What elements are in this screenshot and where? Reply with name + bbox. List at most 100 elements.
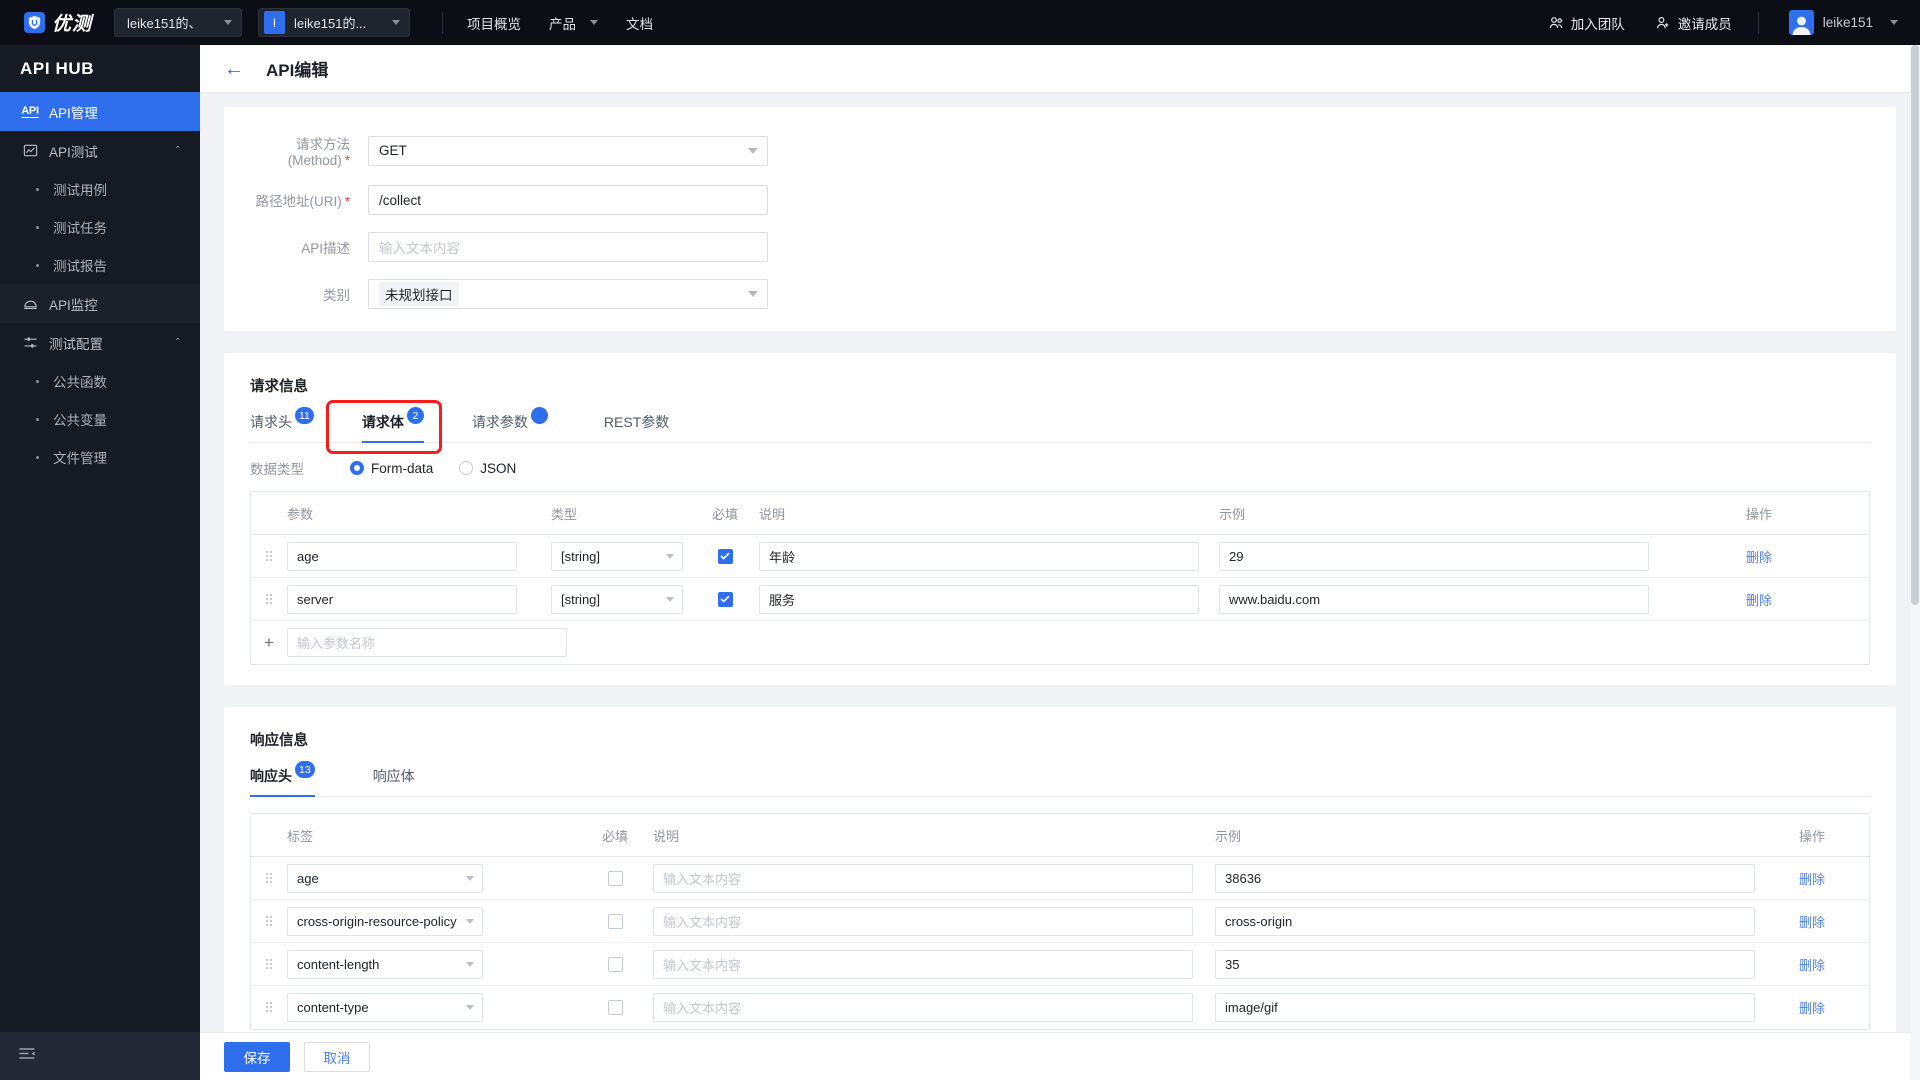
invite-member-label: 邀请成员 — [1677, 16, 1732, 32]
category-select[interactable]: 未规划接口 — [368, 279, 768, 309]
sidebar: API HUB API API管理 API测试 ⌃ 测试用例 测试任务 测试报告… — [0, 45, 200, 1080]
chart-icon — [20, 143, 40, 158]
vertical-scrollbar[interactable] — [1910, 45, 1920, 1080]
tab-response-body[interactable]: 响应体 — [373, 766, 415, 796]
header-example-input[interactable]: image/gif — [1215, 993, 1755, 1022]
menu-item-overview[interactable]: 项目概览 — [467, 13, 521, 33]
header-required-checkbox[interactable] — [607, 913, 623, 929]
response-info-card: 响应信息 响应头 13 响应体 标签 必填 说明 示例 操作 age 输入文本内… — [224, 707, 1896, 1036]
menu-item-docs[interactable]: 文档 — [626, 13, 653, 33]
back-arrow-icon[interactable]: ← — [224, 59, 244, 79]
header-required-checkbox[interactable] — [607, 956, 623, 972]
sidebar-item-test-cases[interactable]: 测试用例 — [0, 170, 200, 208]
param-type-select[interactable]: [string] — [551, 541, 683, 571]
form-label-uri: 路径地址(URI) * — [250, 190, 368, 210]
delete-row-link[interactable]: 删除 — [1799, 912, 1825, 931]
param-type-select[interactable]: [string] — [551, 584, 683, 614]
header-tag-select[interactable]: age — [287, 863, 483, 893]
tab-request-body-label: 请求体 — [361, 414, 404, 430]
menu-item-products-label: 产品 — [549, 16, 577, 32]
label-text: 请求方法(Method) — [287, 137, 350, 168]
param-name-input[interactable]: age — [287, 541, 517, 571]
drag-handle[interactable] — [251, 914, 287, 928]
radio-form-data[interactable]: Form-data — [350, 461, 433, 476]
user-menu[interactable]: leike151 — [1788, 10, 1898, 35]
table-row: cross-origin-resource-policy 输入文本内容 cros… — [251, 900, 1869, 943]
header-example-value: 38636 — [1225, 870, 1262, 886]
tab-response-headers[interactable]: 响应头 13 — [250, 761, 315, 797]
sidebar-item-public-functions[interactable]: 公共函数 — [0, 362, 200, 400]
header-desc-input[interactable]: 输入文本内容 — [653, 993, 1193, 1022]
tab-response-body-label: 响应体 — [372, 768, 415, 784]
sidebar-item-test-tasks[interactable]: 测试任务 — [0, 208, 200, 246]
delete-row-link[interactable]: 删除 — [1799, 869, 1825, 888]
org-selector[interactable]: leike151的、 — [114, 8, 243, 37]
param-example-input[interactable]: www.baidu.com — [1219, 584, 1649, 614]
menu-item-products[interactable]: 产品 — [549, 13, 599, 33]
param-desc-input[interactable]: 年龄 — [759, 541, 1199, 571]
sidebar-item-test-config[interactable]: 测试配置 ⌃ — [0, 323, 200, 362]
param-required-checkbox[interactable] — [717, 548, 733, 564]
description-input[interactable]: 输入文本内容 — [368, 232, 768, 262]
delete-row-link[interactable]: 删除 — [1746, 547, 1772, 566]
param-desc-input[interactable]: 服务 — [759, 584, 1199, 614]
header-tag-select[interactable]: content-type — [287, 993, 483, 1022]
param-name-value: age — [297, 548, 319, 564]
tab-request-params[interactable]: 请求参数 — [471, 407, 548, 442]
delete-row-link[interactable]: 删除 — [1799, 998, 1825, 1017]
drag-handle[interactable] — [251, 592, 287, 606]
header-required-checkbox[interactable] — [607, 1000, 623, 1015]
chevron-down-icon — [466, 875, 474, 881]
uri-input[interactable]: /collect — [368, 185, 768, 215]
sidebar-item-test-reports[interactable]: 测试报告 — [0, 246, 200, 284]
sidebar-item-api-test[interactable]: API测试 ⌃ — [0, 131, 200, 170]
method-select[interactable]: GET — [368, 135, 768, 166]
sidebar-item-api-management[interactable]: API API管理 — [0, 92, 200, 131]
param-example-input[interactable]: 29 — [1219, 541, 1649, 571]
header-desc-input[interactable]: 输入文本内容 — [653, 906, 1193, 936]
add-param-input[interactable]: 输入参数名称 — [287, 628, 567, 657]
drag-handle[interactable] — [251, 549, 287, 563]
tab-request-params-label: 请求参数 — [471, 414, 528, 430]
header-tag-select[interactable]: content-length — [287, 949, 483, 979]
sidebar-item-label: 公共变量 — [53, 413, 107, 428]
project-selector[interactable]: l leike151的... — [258, 8, 411, 37]
brand-logo[interactable]: 优测 — [0, 9, 114, 36]
delete-row-link[interactable]: 删除 — [1746, 590, 1772, 609]
plus-icon[interactable]: + — [251, 633, 287, 653]
invite-member-button[interactable]: 邀请成员 — [1655, 13, 1732, 33]
cancel-button[interactable]: 取消 — [304, 1041, 370, 1072]
header-desc-input[interactable]: 输入文本内容 — [653, 949, 1193, 979]
category-select-value: 未规划接口 — [379, 282, 459, 306]
drag-handle[interactable] — [251, 1001, 287, 1014]
header-desc-input[interactable]: 输入文本内容 — [653, 863, 1193, 893]
radio-json[interactable]: JSON — [459, 461, 516, 476]
drag-handle[interactable] — [251, 957, 287, 971]
scrollbar-thumb[interactable] — [1911, 45, 1919, 605]
sidebar-item-public-variables[interactable]: 公共变量 — [0, 400, 200, 438]
param-name-input[interactable]: server — [287, 584, 517, 614]
sidebar-item-api-monitor[interactable]: API监控 — [0, 284, 200, 323]
tab-rest-params[interactable]: REST参数 — [604, 412, 669, 442]
header-example-input[interactable]: 38636 — [1215, 863, 1755, 893]
param-required-checkbox[interactable] — [717, 591, 733, 607]
request-tabs: 请求头 11 请求体 2 请求参数 REST参数 — [250, 400, 1870, 454]
delete-row-link[interactable]: 删除 — [1799, 955, 1825, 974]
header-example-input[interactable]: 35 — [1215, 949, 1755, 979]
col-header-action: 操作 — [1798, 828, 1825, 844]
header-example-input[interactable]: cross-origin — [1215, 906, 1755, 936]
sidebar-collapse-bar[interactable] — [0, 1032, 200, 1080]
tab-request-body[interactable]: 请求体 2 — [361, 407, 424, 443]
project-initial-badge: l — [264, 11, 286, 34]
tab-request-headers[interactable]: 请求头 11 — [250, 407, 314, 442]
drag-handle[interactable] — [251, 871, 287, 885]
header-required-checkbox[interactable] — [607, 870, 623, 886]
sidebar-item-file-management[interactable]: 文件管理 — [0, 438, 200, 476]
header-tag-select[interactable]: cross-origin-resource-policy — [287, 906, 483, 936]
collapse-sidebar-icon — [18, 1046, 36, 1066]
user-plus-icon — [1655, 15, 1671, 31]
save-button[interactable]: 保存 — [224, 1041, 290, 1072]
table-header-row: 参数 类型 必填 说明 示例 操作 — [251, 492, 1869, 535]
join-team-button[interactable]: 加入团队 — [1548, 13, 1625, 33]
param-example-value: 29 — [1229, 548, 1244, 564]
